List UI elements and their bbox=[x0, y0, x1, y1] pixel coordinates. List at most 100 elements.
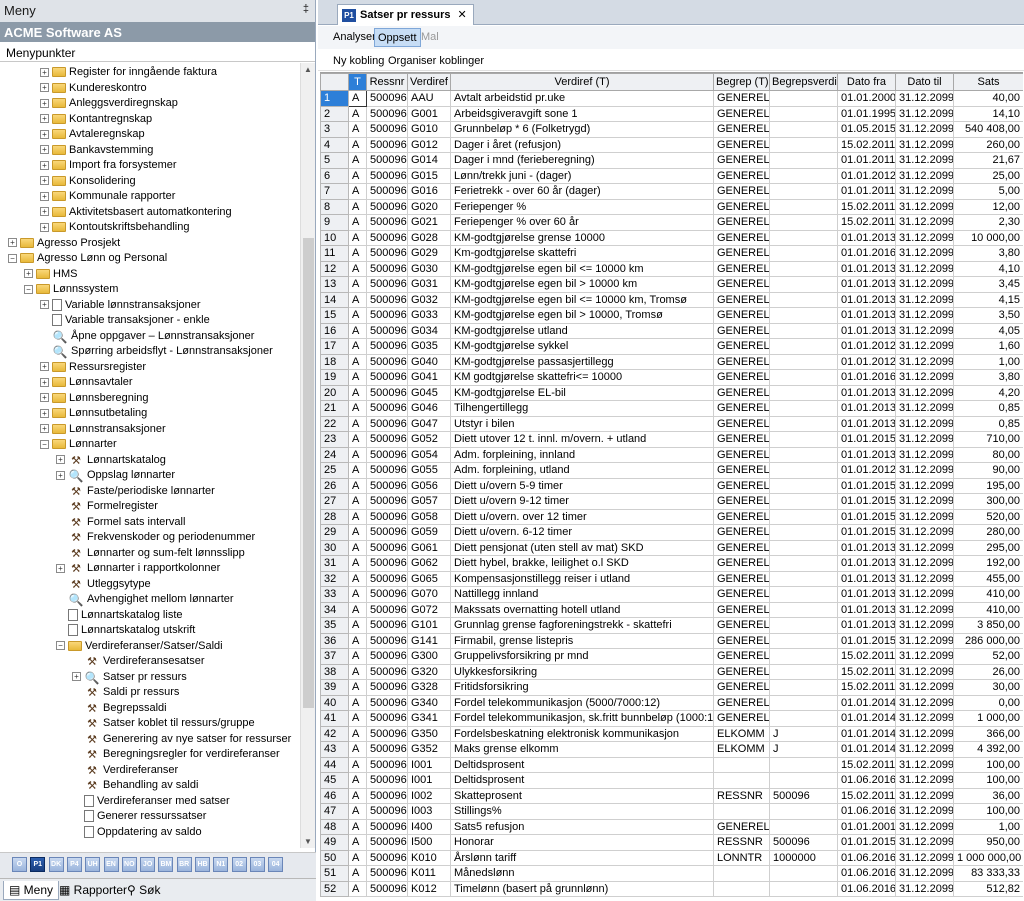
table-row[interactable]: 49 A 500096 I500 Honorar RESSNR 500096 01.01.20… bbox=[320, 834, 1023, 851]
analyser-button[interactable]: Analyser bbox=[330, 28, 379, 47]
tree-item[interactable]: ⚒ Generering av nye satser for ressurser bbox=[72, 732, 291, 748]
table-cell[interactable]: 500096 bbox=[366, 679, 408, 696]
table-cell[interactable]: 01.01.2001 bbox=[837, 818, 896, 835]
expand-icon[interactable]: + bbox=[40, 176, 49, 186]
table-cell[interactable]: 3,80 bbox=[953, 369, 1023, 386]
tree-item[interactable]: 🔍 Spørring arbeidsflyt - Lønnstransaksjon… bbox=[40, 344, 273, 360]
table-cell[interactable]: 31.12.2099 bbox=[895, 214, 954, 231]
table-cell[interactable]: Stillings% bbox=[450, 803, 714, 820]
table-cell[interactable]: 500096 bbox=[366, 291, 408, 308]
table-cell[interactable]: 01.06.2016 bbox=[837, 880, 896, 897]
expand-icon[interactable]: + bbox=[40, 300, 49, 310]
tree-item[interactable]: ⚒ Faste/periodiske lønnarter bbox=[56, 484, 215, 500]
table-row[interactable]: 46 A 500096 I002 Skatteprosent RESSNR 500096 15… bbox=[320, 787, 1023, 804]
table-row[interactable]: 35 A 500096 G101 Grunnlag grense fagforening… bbox=[320, 617, 1023, 634]
table-cell[interactable]: A bbox=[348, 369, 367, 386]
table-cell[interactable]: A bbox=[348, 617, 367, 634]
table-cell[interactable]: 500096 bbox=[366, 384, 408, 401]
tree-item[interactable]: − Lønnarter bbox=[40, 437, 117, 453]
table-row[interactable]: 13 A 500096 G031 KM-godtgjørelse egen bil > … bbox=[320, 276, 1023, 293]
table-cell[interactable]: 1,00 bbox=[953, 353, 1023, 370]
table-cell[interactable]: Tilhengertillegg bbox=[450, 400, 714, 417]
table-row[interactable]: 7 A 500096 G016 Ferietrekk - over 60 år (dag… bbox=[320, 183, 1023, 200]
table-cell[interactable]: 500096 bbox=[366, 818, 408, 835]
table-cell[interactable]: 31.12.2099 bbox=[895, 245, 954, 262]
table-cell[interactable]: G052 bbox=[407, 431, 451, 448]
table-cell[interactable]: 31.12.2099 bbox=[895, 353, 954, 370]
table-cell[interactable]: 4,20 bbox=[953, 384, 1023, 401]
expand-icon[interactable]: + bbox=[40, 191, 49, 201]
table-row[interactable]: 11 A 500096 G029 Km-godtgjørelse skattefri GE… bbox=[320, 245, 1023, 262]
table-cell[interactable]: 01.01.2013 bbox=[837, 229, 896, 246]
table-cell[interactable] bbox=[769, 446, 838, 463]
tree-item[interactable]: + Kontantregnskap bbox=[40, 112, 152, 128]
table-cell[interactable] bbox=[769, 276, 838, 293]
table-cell[interactable]: Lønn/trekk juni - (dager) bbox=[450, 167, 714, 184]
tree-item[interactable]: Oppdatering av saldo bbox=[72, 825, 202, 841]
column-header[interactable]: Dato til bbox=[895, 73, 954, 91]
table-cell[interactable]: 01.01.2013 bbox=[837, 601, 896, 618]
table-cell[interactable] bbox=[769, 183, 838, 200]
table-cell[interactable] bbox=[769, 384, 838, 401]
table-cell[interactable]: 01.01.2015 bbox=[837, 431, 896, 448]
table-cell[interactable]: 710,00 bbox=[953, 431, 1023, 448]
table-row[interactable]: 10 A 500096 G028 KM-godtgjørelse grense 1000… bbox=[320, 229, 1023, 246]
table-cell[interactable]: 31.12.2099 bbox=[895, 136, 954, 153]
table-cell[interactable]: Adm. forpleining, innland bbox=[450, 446, 714, 463]
table-cell[interactable]: Feriepenger % over 60 år bbox=[450, 214, 714, 231]
table-cell[interactable]: 10 000,00 bbox=[953, 229, 1023, 246]
column-header[interactable]: T bbox=[348, 73, 367, 91]
table-cell[interactable]: RESSNR bbox=[713, 834, 770, 851]
table-cell[interactable]: G340 bbox=[407, 694, 451, 711]
table-cell[interactable]: 31.12.2099 bbox=[895, 725, 954, 742]
table-cell[interactable]: Deltidsprosent bbox=[450, 756, 714, 773]
table-cell[interactable]: KM-godtgjørelse utland bbox=[450, 322, 714, 339]
table-cell[interactable]: KM-godtgjørelse egen bil <= 10000 km, Tr… bbox=[450, 291, 714, 308]
organiser-koblinger-button[interactable]: Organiser koblinger bbox=[385, 52, 487, 71]
table-cell[interactable]: A bbox=[348, 555, 367, 572]
module-dk-icon[interactable]: DK bbox=[48, 857, 64, 872]
table-cell[interactable]: 2,30 bbox=[953, 214, 1023, 231]
table-row[interactable]: 28 A 500096 G058 Diett u/overn. over 12 time… bbox=[320, 508, 1023, 525]
table-cell[interactable] bbox=[769, 586, 838, 603]
column-header[interactable]: Begrepsverdi bbox=[769, 73, 838, 91]
table-cell[interactable]: 31.12.2099 bbox=[895, 167, 954, 184]
tree-item[interactable]: ⚒ Begrepssaldi bbox=[72, 701, 167, 717]
table-cell[interactable]: 01.01.2012 bbox=[837, 338, 896, 355]
tree-item[interactable]: 🔍 Avhengighet mellom lønnarter bbox=[56, 592, 234, 608]
table-cell[interactable]: 3 850,00 bbox=[953, 617, 1023, 634]
module-en-icon[interactable]: EN bbox=[103, 857, 119, 872]
table-cell[interactable]: 31.12.2099 bbox=[895, 260, 954, 277]
table-cell[interactable] bbox=[769, 555, 838, 572]
table-cell[interactable]: 500096 bbox=[366, 338, 408, 355]
tree-item[interactable]: Generer ressurssatser bbox=[72, 809, 206, 825]
expand-icon[interactable]: + bbox=[40, 408, 49, 418]
table-cell[interactable]: GENERELL bbox=[713, 307, 770, 324]
table-cell[interactable] bbox=[769, 198, 838, 215]
table-cell[interactable]: 500096 bbox=[366, 663, 408, 680]
expand-icon[interactable]: + bbox=[40, 114, 49, 124]
table-cell[interactable]: GENERELL bbox=[713, 353, 770, 370]
table-row[interactable]: 31 A 500096 G062 Diett hybel, brakke, leilig… bbox=[320, 555, 1023, 572]
module-n1-icon[interactable]: N1 bbox=[213, 857, 229, 872]
table-row[interactable]: 21A500096G046TilhengertilleggGENERELL 01.… bbox=[320, 400, 1023, 417]
table-cell[interactable] bbox=[769, 539, 838, 556]
table-cell[interactable]: Diett u/overn 9-12 timer bbox=[450, 493, 714, 510]
table-cell[interactable]: GENERELL bbox=[713, 198, 770, 215]
table-cell[interactable]: 500096 bbox=[366, 198, 408, 215]
table-row[interactable]: 38A500096G320UlykkesforsikringGENERELL 15… bbox=[320, 663, 1023, 680]
table-cell[interactable]: 31.12.2099 bbox=[895, 524, 954, 541]
table-cell[interactable]: GENERELL bbox=[713, 508, 770, 525]
table-row[interactable]: 1 A 500096 AAU Avtalt arbeidstid pr.uke GENER… bbox=[320, 90, 1023, 107]
table-cell[interactable]: 01.01.2013 bbox=[837, 400, 896, 417]
table-cell[interactable] bbox=[769, 477, 838, 494]
tree-item[interactable]: + Kommunale rapporter bbox=[40, 189, 175, 205]
table-row[interactable]: 9 A 500096 G021 Feriepenger % over 60 år GENE… bbox=[320, 214, 1023, 231]
table-cell[interactable]: Diett u/overn 5-9 timer bbox=[450, 477, 714, 494]
table-cell[interactable]: 12,00 bbox=[953, 198, 1023, 215]
table-cell[interactable]: KM godtgjørelse skattefri<= 10000 bbox=[450, 369, 714, 386]
table-cell[interactable]: 31.12.2099 bbox=[895, 803, 954, 820]
table-cell[interactable]: G041 bbox=[407, 369, 451, 386]
table-cell[interactable]: 52,00 bbox=[953, 648, 1023, 665]
table-cell[interactable]: 01.01.2016 bbox=[837, 369, 896, 386]
